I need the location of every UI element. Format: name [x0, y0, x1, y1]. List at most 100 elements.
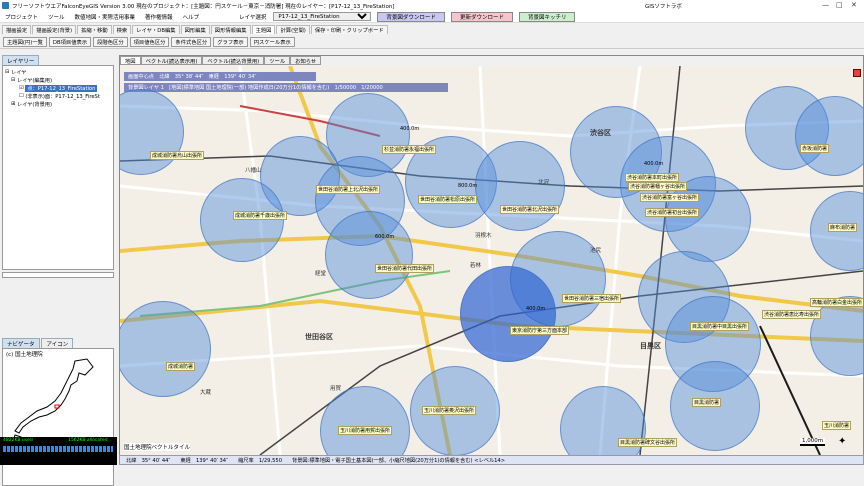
circle-scale-button[interactable]: 円スケール表示 — [249, 37, 295, 47]
tab-search[interactable]: 検索 — [112, 25, 132, 34]
station-label[interactable]: 目黒消防署 — [692, 398, 722, 407]
tab-vector-bg[interactable]: ベクトル(読込背景用) — [202, 56, 265, 65]
station-label[interactable]: 目黒消防署中目黒出張所 — [690, 322, 750, 331]
thematic-circle-list-button[interactable]: 主題図(円)一覧 — [3, 37, 47, 47]
station-label[interactable]: 玉川消防署 — [822, 421, 852, 430]
station-label[interactable]: 渋谷消防署初台出張所 — [645, 208, 700, 217]
station-label[interactable]: 世田谷消防署上北沢出張所 — [316, 185, 381, 194]
layer-select[interactable]: P17-12_13_FireStation — [273, 12, 372, 21]
station-label[interactable]: 玉川消防署奥沢出張所 — [422, 406, 477, 415]
tree-root[interactable]: ⊟ レイヤ — [5, 68, 111, 76]
close-icon[interactable]: ✕ — [851, 1, 857, 9]
bg-clear-button[interactable]: 背景図キッチリ — [518, 11, 576, 22]
download-bg-button[interactable]: 背景図ダウンロード — [377, 11, 445, 22]
value-color-button[interactable]: 項目値色区分 — [129, 37, 170, 47]
map-canvas[interactable]: 画面中心点 北緯 35° 38′ 44″ 東経 139° 40′ 34″ 背景図… — [120, 66, 863, 455]
condition-color-button[interactable]: 条件式色区分 — [171, 37, 212, 47]
compass-icon: ✦ — [838, 436, 847, 447]
map-center-info: 画面中心点 北緯 35° 38′ 44″ 東経 139° 40′ 34″ — [124, 72, 316, 81]
tab-shape-info-edit[interactable]: 図形情報編集 — [210, 25, 251, 34]
map-tabs: 地図 ベクトル(読込表示用) ベクトル(読込背景用) ツール お知らせ — [120, 56, 322, 65]
menu-item-tools[interactable]: ツール — [43, 13, 70, 21]
station-label[interactable]: 世田谷消防署三宿出張所 — [562, 294, 622, 303]
place-label: 八幡山 — [245, 168, 262, 174]
scale-bar: 1,000m — [800, 438, 826, 446]
station-label[interactable]: 東京消防庁第三方面本部 — [510, 326, 570, 335]
navigator-map[interactable]: (c) 国土地理院 — [2, 348, 114, 486]
tab-draw-settings-bg[interactable]: 描画設定(背景) — [32, 25, 77, 34]
station-label[interactable]: 目黒消防署碑文谷出張所 — [618, 438, 678, 447]
station-label[interactable]: 玉川消防署用賀出張所 — [338, 426, 393, 435]
db-value-display-button[interactable]: DB項目値表示 — [48, 37, 92, 47]
tab-thematic-map[interactable]: 主題図 — [251, 25, 276, 34]
minimize-icon[interactable]: — — [822, 1, 829, 9]
tab-draw-settings[interactable]: 描画設定 — [2, 25, 32, 34]
distance-label: 400.0m — [400, 126, 420, 132]
place-label: 世田谷区 — [305, 333, 333, 341]
vendor-label: GISソフトラボ — [645, 4, 682, 10]
station-label[interactable]: 渋谷消防署本町出張所 — [625, 173, 680, 182]
station-label[interactable]: 渋谷消防署富ヶ谷出張所 — [640, 193, 700, 202]
tree-scrollbar[interactable] — [2, 272, 114, 278]
station-label[interactable]: 世田谷消防署代田出張所 — [375, 264, 435, 273]
tab-layer-db-edit[interactable]: レイヤ・DB編集 — [132, 25, 180, 34]
place-label: 北沢 — [538, 180, 550, 186]
place-label: 渋谷区 — [590, 129, 611, 137]
thematic-toolbar: 主題図(円)一覧 DB項目値表示 段階色区分 項目値色区分 条件式色区分 グラフ… — [0, 36, 864, 49]
tree-group-edit[interactable]: ⊟ レイヤ(編集用) — [5, 76, 111, 84]
tree-group-edit-label: レイヤ(編集用) — [17, 77, 53, 84]
download-update-button[interactable]: 更新ダウンロード — [450, 11, 513, 22]
tab-shape-edit[interactable]: 図形編集 — [180, 25, 210, 34]
distance-label: 800.0m — [458, 183, 478, 189]
station-label[interactable]: 世田谷消防署松原出張所 — [418, 195, 478, 204]
tree-layer-hidden[interactable]: ☐ (非表示)面：P17-12_13_FireSt — [5, 92, 111, 100]
menu-item-help[interactable]: ヘルプ — [178, 13, 205, 21]
menu-item-copyright[interactable]: 著作権情報 — [140, 13, 178, 21]
tab-tools[interactable]: ツール — [264, 56, 291, 65]
tree-group-bg-label: レイヤ(背景用) — [17, 101, 53, 108]
tab-vector-load[interactable]: ベクトル(読込表示用) — [140, 56, 203, 65]
tree-layer-hidden-label: (非表示)面：P17-12_13_FireSt — [25, 93, 100, 100]
status-scale: 縮尺率 1/29,550 — [238, 457, 283, 464]
maximize-icon[interactable]: □ — [836, 1, 843, 9]
tab-save-print[interactable]: 保存・印刷・クリップボード — [310, 25, 388, 34]
coverage-circle — [200, 178, 284, 262]
tab-notice[interactable]: お知らせ — [290, 56, 322, 65]
tab-zoom-move[interactable]: 拡縮・移動 — [77, 25, 112, 34]
menu-item-project[interactable]: プロジェクト — [0, 13, 43, 21]
map-credit: 国土地理院ベクトルタイル — [124, 443, 191, 451]
window-title: フリーソフトウエアFalconEyeGIS Version 3.00 現在のプロ… — [12, 3, 395, 10]
tree-root-label: レイヤ — [11, 69, 27, 76]
japan-outline-icon — [12, 358, 94, 444]
tab-spatial-calc[interactable]: 計算(空間) — [276, 25, 310, 34]
app-icon — [2, 2, 9, 9]
place-label: 目黒区 — [640, 342, 661, 350]
station-label[interactable]: 渋谷消防署恵比寿出張所 — [762, 310, 822, 319]
station-label[interactable]: 成城消防署千歳出張所 — [233, 211, 288, 220]
station-label[interactable]: 成城消防署烏山出張所 — [150, 151, 205, 160]
map-marker-icon[interactable] — [853, 69, 861, 77]
menu-bar: プロジェクト ツール 数値地図・実際活用事業 著作権情報 ヘルプ レイヤ選択 P… — [0, 11, 864, 23]
graded-color-button[interactable]: 段階色区分 — [93, 37, 128, 47]
station-label[interactable]: 渋谷消防署幡ヶ谷出張所 — [628, 182, 688, 191]
menu-item-numeric-map[interactable]: 数値地図・実際活用事業 — [70, 13, 141, 21]
tab-map[interactable]: 地図 — [120, 56, 141, 65]
place-label: 大蔵 — [200, 390, 212, 396]
station-label[interactable]: 高輪消防署白金出張所 — [810, 298, 863, 307]
tree-group-bg[interactable]: ⊞ レイヤ(背景用) — [5, 100, 111, 108]
tree-layer-selected-label: 点：P17-12_13_FireStation — [25, 84, 98, 92]
map-frame: 地図 ベクトル(読込表示用) ベクトル(読込背景用) ツール お知らせ 画面中心… — [119, 55, 864, 465]
station-label[interactable]: 成城消防署 — [166, 362, 196, 371]
tree-layer-selected[interactable]: ☑ 点：P17-12_13_FireStation — [5, 84, 111, 92]
distance-label: 400.0m — [526, 306, 546, 312]
station-label[interactable]: 杉並消防署永福出張所 — [382, 145, 437, 154]
station-label[interactable]: 麻布消防署 — [828, 223, 858, 232]
station-label[interactable]: 赤坂消防署 — [800, 144, 830, 153]
distance-label: 600.0m — [375, 234, 395, 240]
coverage-circle — [325, 211, 413, 299]
graph-display-button[interactable]: グラフ表示 — [213, 37, 248, 47]
coverage-circle — [475, 141, 565, 231]
distance-label: 400.0m — [644, 161, 664, 167]
memory-status: 4822KB used 1562KB allocated — [0, 437, 117, 465]
station-label[interactable]: 世田谷消防署北沢出張所 — [500, 205, 560, 214]
